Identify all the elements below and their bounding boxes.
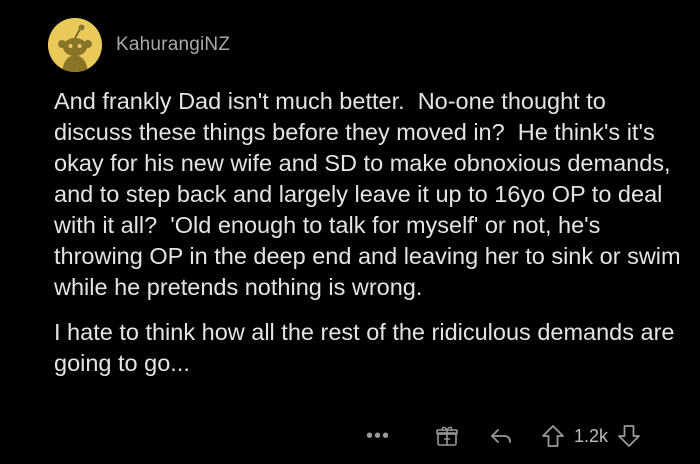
- snoo-avatar-icon: [48, 18, 102, 72]
- upvote-arrow-icon: [542, 425, 564, 447]
- downvote-arrow-icon: [618, 425, 640, 447]
- avatar[interactable]: [48, 18, 102, 72]
- downvote-button[interactable]: [614, 423, 644, 449]
- upvote-button[interactable]: [538, 423, 568, 449]
- award-button[interactable]: [432, 424, 462, 448]
- gift-award-icon: [436, 426, 458, 446]
- comment-body: And frankly Dad isn't much better. No-on…: [54, 86, 684, 393]
- reply-arrow-icon: [491, 429, 511, 443]
- comment-actions: ••• 1.2k: [360, 416, 690, 456]
- comment-paragraph: And frankly Dad isn't much better. No-on…: [54, 88, 688, 300]
- username[interactable]: KahurangiNZ: [116, 34, 230, 56]
- comment-header: KahurangiNZ: [48, 17, 230, 73]
- reply-button[interactable]: [486, 424, 516, 448]
- vote-score: 1.2k: [574, 425, 609, 446]
- comment-card: KahurangiNZ And frankly Dad isn't much b…: [0, 0, 700, 464]
- more-options-button[interactable]: •••: [360, 425, 396, 448]
- comment-paragraph: I hate to think how all the rest of the …: [54, 319, 682, 376]
